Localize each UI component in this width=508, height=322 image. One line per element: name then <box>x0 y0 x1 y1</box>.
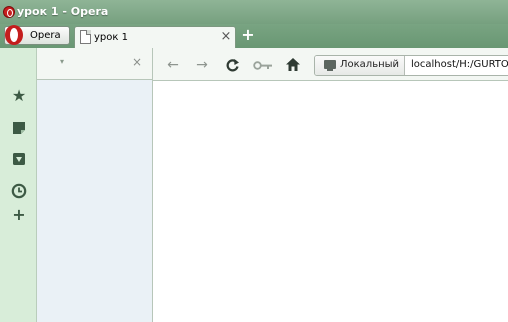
page-icon <box>80 30 91 44</box>
security-badge[interactable]: Локальный <box>315 56 405 75</box>
note-icon[interactable] <box>12 121 26 135</box>
forward-arrow-icon[interactable]: → <box>193 56 211 74</box>
opera-menu-label: Opera <box>30 30 61 41</box>
url-text[interactable]: localhost/H:/GURTOM <box>411 59 508 70</box>
window-titlebar: урок 1 - Opera <box>0 0 508 24</box>
sidebar: ★ + <box>0 48 37 322</box>
page-content[interactable] <box>153 82 508 322</box>
side-panel: ▾ × <box>37 48 153 322</box>
tab-close-icon[interactable]: × <box>220 30 232 44</box>
plus-icon[interactable]: + <box>11 207 27 223</box>
new-tab-plus-icon[interactable]: + <box>240 27 256 43</box>
reload-icon[interactable] <box>225 58 240 73</box>
panel-close-icon[interactable]: × <box>131 55 143 69</box>
panel-header: ▾ × <box>37 48 152 80</box>
download-icon[interactable] <box>12 152 26 166</box>
opera-menu-button[interactable]: Opera <box>4 25 70 45</box>
opera-logo-icon <box>3 6 15 18</box>
address-bar[interactable]: Локальный localhost/H:/GURTOM <box>314 55 508 76</box>
tab-strip: Opera урок 1 × + <box>0 24 508 48</box>
key-icon[interactable] <box>253 60 273 71</box>
tab-active[interactable]: урок 1 × <box>74 26 236 48</box>
clock-icon[interactable] <box>11 183 27 199</box>
security-label: Локальный <box>340 59 400 70</box>
monitor-icon <box>324 60 336 71</box>
home-icon[interactable] <box>285 57 301 73</box>
window-title: урок 1 - Opera <box>17 5 109 18</box>
tab-title: урок 1 <box>94 32 128 43</box>
star-icon[interactable]: ★ <box>11 88 27 104</box>
panel-dropdown-icon[interactable]: ▾ <box>57 57 67 67</box>
opera-o-icon <box>5 25 23 45</box>
back-arrow-icon[interactable]: ← <box>164 56 182 74</box>
